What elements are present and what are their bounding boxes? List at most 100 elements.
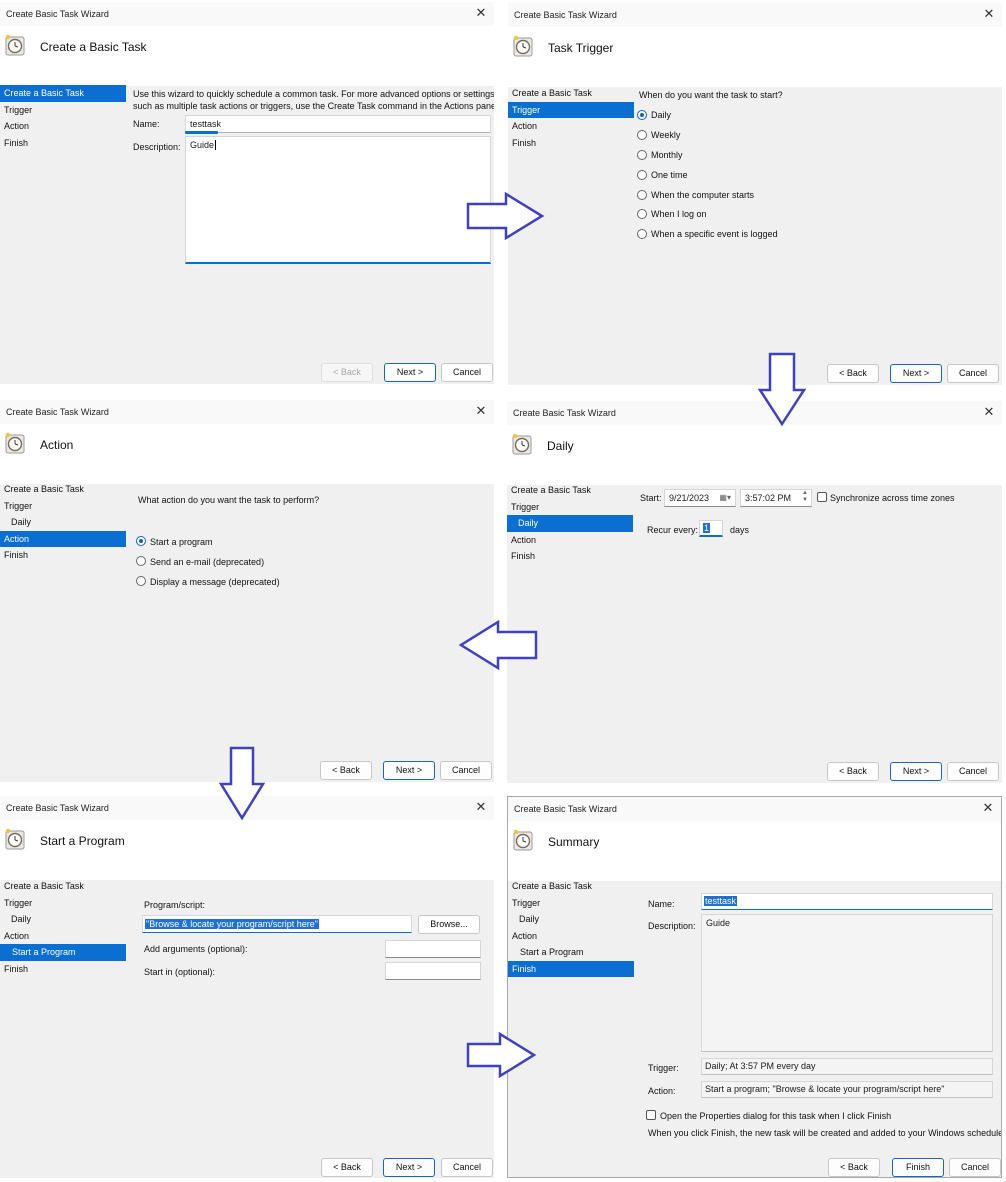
next-button[interactable]: Next > xyxy=(890,762,942,781)
trigger-radio-log-on[interactable] xyxy=(637,209,647,219)
close-icon[interactable]: ✕ xyxy=(472,4,490,22)
open-properties-label: Open the Properties dialog for this task… xyxy=(660,1111,892,1121)
name-input[interactable]: testtask xyxy=(185,115,491,133)
step-trigger[interactable]: Trigger xyxy=(508,895,634,912)
step-action[interactable]: Action xyxy=(0,928,126,945)
trigger-radio-computer-starts[interactable] xyxy=(637,190,647,200)
step-daily[interactable]: Daily xyxy=(0,911,126,928)
next-button[interactable]: Next > xyxy=(890,364,942,383)
sync-time-zones-label: Synchronize across time zones xyxy=(830,493,955,503)
action-radio-send-email[interactable] xyxy=(136,556,146,566)
next-button[interactable]: Next > xyxy=(383,761,435,780)
step-finish[interactable]: Finish xyxy=(508,135,634,152)
clock-icon xyxy=(5,828,25,850)
step-action[interactable]: Action xyxy=(508,928,634,945)
step-action[interactable]: Action xyxy=(0,118,126,135)
close-icon[interactable]: ✕ xyxy=(472,402,490,420)
program-script-input[interactable]: "Browse & locate your program/script her… xyxy=(142,915,412,933)
close-icon[interactable]: ✕ xyxy=(979,799,997,817)
finish-button[interactable]: Finish xyxy=(892,1158,944,1177)
window-title: Create Basic Task Wizard xyxy=(6,9,109,19)
step-trigger[interactable]: Trigger xyxy=(0,102,126,119)
cancel-button[interactable]: Cancel xyxy=(441,363,493,382)
step-daily[interactable]: Daily xyxy=(507,515,633,532)
back-button[interactable]: < Back xyxy=(320,761,372,780)
back-button[interactable]: < Back xyxy=(828,1158,880,1177)
start-time-spinner[interactable]: 3:57:02 PM ▲ ▼ xyxy=(740,489,812,507)
clock-icon xyxy=(5,432,25,454)
summary-name-field[interactable]: testtask xyxy=(701,893,993,910)
back-button[interactable]: < Back xyxy=(321,1158,373,1177)
summary-action-label: Action: xyxy=(648,1086,676,1096)
trigger-option-label: When the computer starts xyxy=(651,190,755,200)
step-create-basic-task[interactable]: Create a Basic Task xyxy=(0,85,126,102)
recur-every-input[interactable]: 1 xyxy=(699,520,723,537)
step-finish[interactable]: Finish xyxy=(0,135,126,152)
block-arrow-icon xyxy=(757,352,807,427)
trigger-option-label: Daily xyxy=(651,110,672,120)
step-daily[interactable]: Daily xyxy=(508,911,634,928)
title-bar: Create Basic Task Wizard ✕ xyxy=(508,797,1001,821)
recur-every-label: Recur every: xyxy=(647,525,699,535)
step-create-basic-task[interactable]: Create a Basic Task xyxy=(508,85,634,102)
description-textarea[interactable]: Guide xyxy=(185,136,491,264)
trigger-radio-daily[interactable] xyxy=(637,110,647,120)
trigger-option-label: When a specific event is logged xyxy=(651,229,778,239)
step-start-program[interactable]: Start a Program xyxy=(0,944,126,961)
block-arrow-icon xyxy=(466,192,545,240)
back-button[interactable]: < Back xyxy=(321,363,373,382)
close-icon[interactable]: ✕ xyxy=(472,798,490,816)
action-radio-start-program[interactable] xyxy=(136,536,146,546)
clock-icon xyxy=(512,433,532,455)
window-title: Create Basic Task Wizard xyxy=(513,408,616,418)
step-finish[interactable]: Finish xyxy=(0,961,126,978)
block-arrow-icon xyxy=(219,746,266,821)
browse-button[interactable]: Browse... xyxy=(418,915,480,934)
action-option-label: Display a message (deprecated) xyxy=(150,577,280,587)
cancel-button[interactable]: Cancel xyxy=(441,1158,493,1177)
trigger-radio-monthly[interactable] xyxy=(637,150,647,160)
window-title: Create Basic Task Wizard xyxy=(6,407,109,417)
step-finish[interactable]: Finish xyxy=(507,548,633,565)
step-trigger[interactable]: Trigger xyxy=(507,499,633,516)
wizard-panel-task-trigger: Create Basic Task Wizard ✕ Task Trigger … xyxy=(508,3,1002,385)
next-button[interactable]: Next > xyxy=(384,363,436,382)
cancel-button[interactable]: Cancel xyxy=(947,364,999,383)
step-finish[interactable]: Finish xyxy=(508,960,634,977)
time-spinner-icon[interactable]: ▲ ▼ xyxy=(802,490,808,504)
step-action[interactable]: Action xyxy=(0,530,126,547)
step-daily[interactable]: Daily xyxy=(0,514,126,531)
days-label: days xyxy=(730,525,750,535)
start-in-input[interactable] xyxy=(385,962,481,980)
step-trigger[interactable]: Trigger xyxy=(0,895,126,912)
trigger-radio-weekly[interactable] xyxy=(637,130,647,140)
wizard-panel-create-basic-task: Create Basic Task Wizard ✕ Create a Basi… xyxy=(0,2,494,384)
trigger-radio-event-logged[interactable] xyxy=(637,229,647,239)
step-start-program[interactable]: Start a Program xyxy=(508,944,634,961)
open-properties-checkbox[interactable] xyxy=(646,1110,656,1120)
step-action[interactable]: Action xyxy=(507,532,633,549)
cancel-button[interactable]: Cancel xyxy=(949,1158,1001,1177)
back-button[interactable]: < Back xyxy=(827,762,879,781)
step-trigger[interactable]: Trigger xyxy=(0,498,126,515)
step-finish[interactable]: Finish xyxy=(0,547,126,564)
back-button[interactable]: < Back xyxy=(827,364,879,383)
calendar-dropdown-icon[interactable]: ▦▾ xyxy=(719,493,731,502)
step-create-basic-task[interactable]: Create a Basic Task xyxy=(0,481,126,498)
action-radio-display-message[interactable] xyxy=(136,576,146,586)
step-action[interactable]: Action xyxy=(508,118,634,135)
cancel-button[interactable]: Cancel xyxy=(440,761,492,780)
sync-time-zones-checkbox[interactable] xyxy=(817,492,827,502)
step-trigger[interactable]: Trigger xyxy=(508,101,634,118)
step-create-basic-task[interactable]: Create a Basic Task xyxy=(0,878,126,895)
trigger-radio-one-time[interactable] xyxy=(637,170,647,180)
step-create-basic-task[interactable]: Create a Basic Task xyxy=(507,482,633,499)
cancel-button[interactable]: Cancel xyxy=(947,762,999,781)
add-arguments-label: Add arguments (optional): xyxy=(144,944,248,954)
step-create-basic-task[interactable]: Create a Basic Task xyxy=(508,878,634,895)
close-icon[interactable]: ✕ xyxy=(980,5,998,23)
add-arguments-input[interactable] xyxy=(385,940,481,958)
start-date-picker[interactable]: 9/21/2023 ▦▾ xyxy=(664,489,736,507)
next-button[interactable]: Next > xyxy=(383,1158,435,1177)
close-icon[interactable]: ✕ xyxy=(980,403,998,421)
